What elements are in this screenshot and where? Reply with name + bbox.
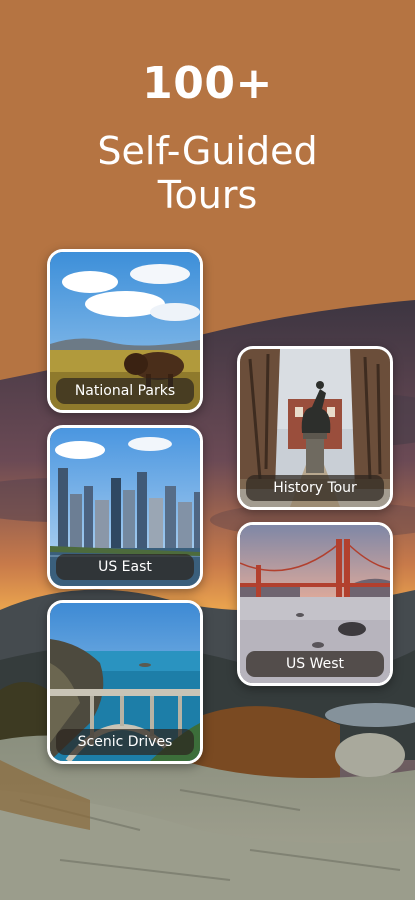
tour-card-scenic-drives[interactable]: Scenic Drives <box>47 600 203 764</box>
tour-card-us-west[interactable]: US West <box>237 522 393 686</box>
app-store-screenshot: 100+ Self-Guided Tours National Parks Hi… <box>0 0 415 900</box>
tour-card-us-east[interactable]: US East <box>47 425 203 589</box>
title-line-1: Self-Guided <box>97 129 318 173</box>
tour-card-history-tour[interactable]: History Tour <box>237 346 393 510</box>
title-line-2: Tours <box>157 173 258 217</box>
tour-label: Scenic Drives <box>56 729 194 755</box>
tour-label: National Parks <box>56 378 194 404</box>
tour-label: History Tour <box>246 475 384 501</box>
tour-label: US East <box>56 554 194 580</box>
tour-label: US West <box>246 651 384 677</box>
tour-card-national-parks[interactable]: National Parks <box>47 249 203 413</box>
tour-count-heading: 100+ <box>142 58 273 109</box>
